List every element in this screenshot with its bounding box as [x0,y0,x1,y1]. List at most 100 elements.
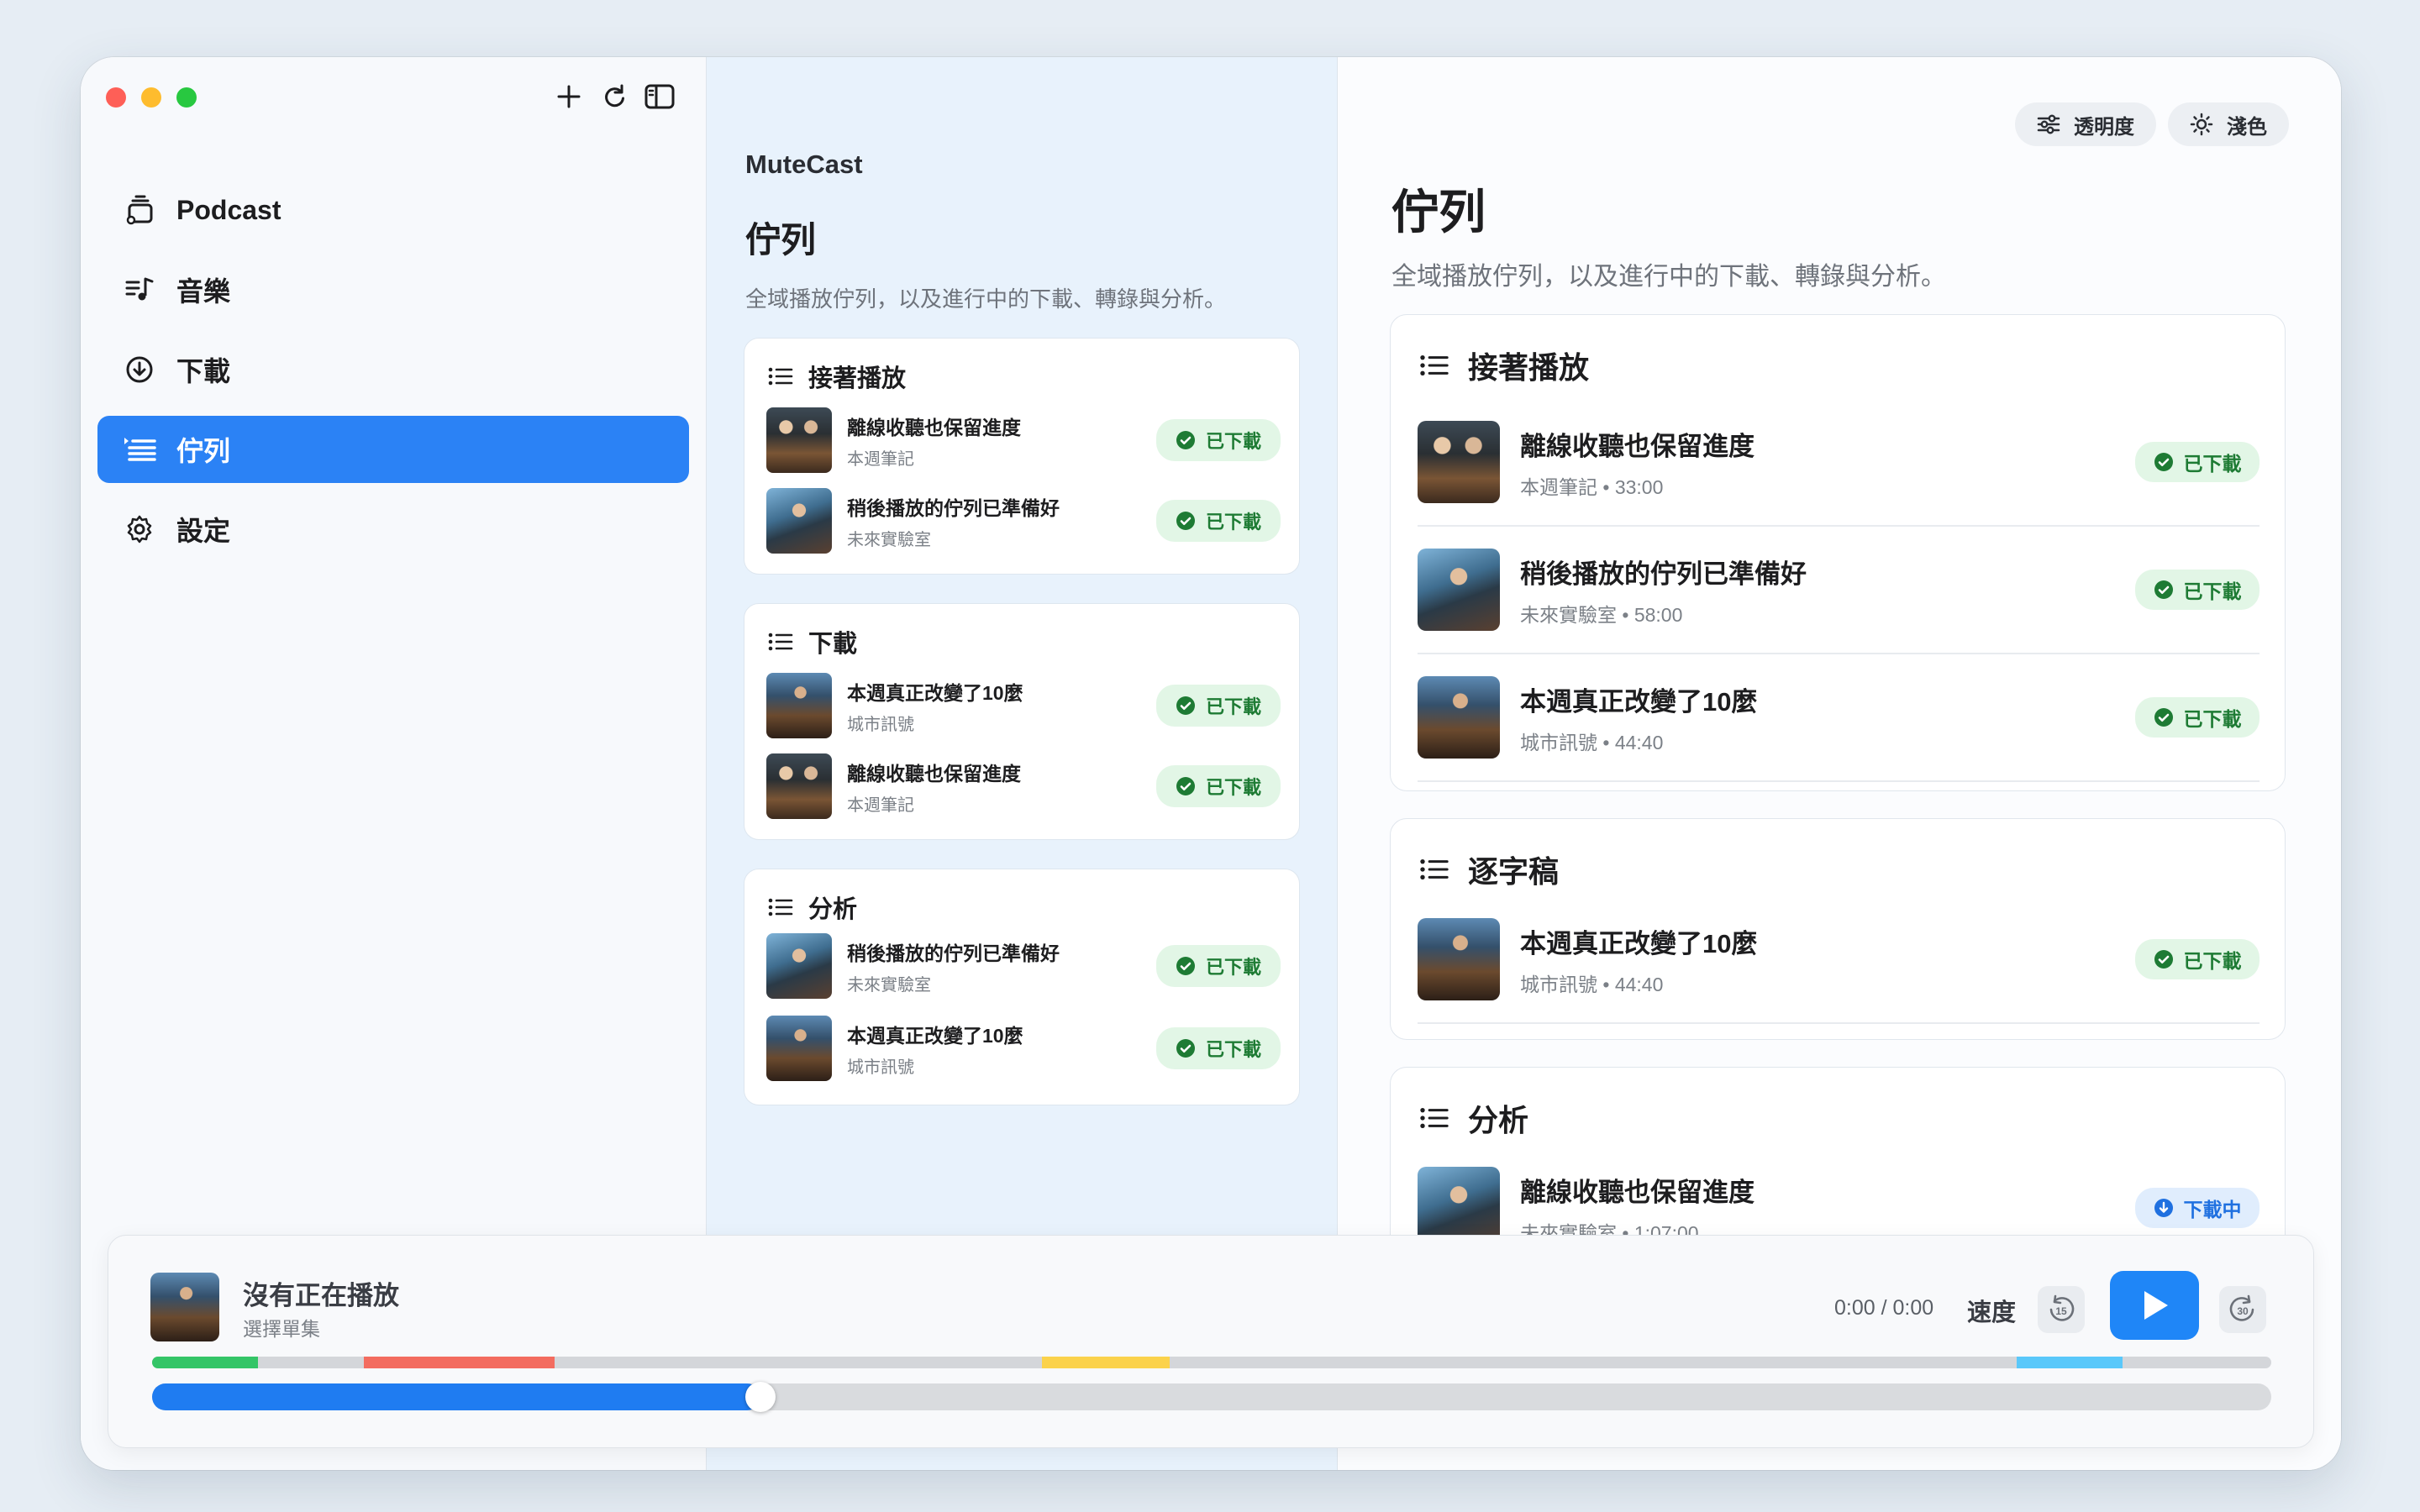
section-header: 接著播放 [768,359,906,394]
episode-title: 本週真正改變了10麼 [847,681,1023,704]
section-title: 接著播放 [808,365,907,392]
check-circle-icon [1176,776,1196,796]
show-name: 本週筆記 [847,795,914,815]
status-label: 已下載 [2183,580,2242,602]
list-item[interactable]: 本週真正改變了10麼 城市訊號 已下載 [766,673,1281,738]
check-circle-icon [1176,1038,1196,1058]
app-window: Podcast 音樂 下載 佇列 設定 MuteCast 佇列 全域播放佇列，以… [81,57,2341,1470]
list-item[interactable]: 稍後播放的佇列已準備好 未來實驗室 已下載 [766,933,1281,999]
status-badge: 已下載 [2135,697,2260,738]
sidebar-nav: Podcast 音樂 下載 佇列 設定 [97,176,689,575]
status-label: 已下載 [1205,696,1261,717]
sidebar-item-label: Podcast [176,194,281,225]
sidebar-item-settings[interactable]: 設定 [97,496,689,563]
status-badge: 已下載 [1156,500,1281,542]
status-label: 下載中 [2183,1199,2242,1221]
sidebar-item-music[interactable]: 音樂 [97,256,689,323]
list-item[interactable]: 本週真正改變了10麼 城市訊號 • 44:40 已下載 [1418,896,2260,1024]
section-header: 接著播放 [1419,344,1589,387]
play-button[interactable] [2110,1271,2199,1340]
episode-meta: 城市訊號 • 44:40 [1520,731,1664,753]
refresh-icon [605,84,624,108]
episode-artwork [766,488,832,554]
sidebar-item-queue[interactable]: 佇列 [97,416,689,483]
status-label: 已下載 [2183,708,2242,730]
list-item[interactable]: 離線收聽也保留進度 本週筆記 已下載 [766,407,1281,473]
list-item[interactable]: 稍後播放的佇列已準備好 未來實驗室 已下載 [766,488,1281,554]
episode-title: 稍後播放的佇列已準備好 [847,496,1060,519]
status-badge: 已下載 [1156,765,1281,807]
plus-icon [557,85,581,108]
section-header: 分析 [768,890,857,925]
check-circle-icon [1176,696,1196,716]
status-label: 已下載 [2183,950,2242,972]
section-header: 分析 [1419,1096,1528,1140]
close-window-button[interactable] [106,87,126,108]
episode-artwork [766,1016,832,1081]
toggle-sidebar-button[interactable] [644,81,676,113]
speed-button[interactable]: 速度 [1967,1293,2016,1328]
show-name: 城市訊號 [847,1058,914,1077]
sidebar-toolbar [553,81,676,113]
check-circle-icon [1176,430,1196,450]
list-item[interactable]: 稍後播放的佇列已準備好 未來實驗室 • 58:00 已下載 [1418,527,2260,654]
skip-forward-button[interactable]: 30 [2219,1286,2266,1333]
section-header: 逐字稿 [1419,848,1559,891]
theme-button[interactable]: 淺色 [2168,102,2289,146]
skip-back-15-icon: 15 [2049,1294,2075,1321]
panel-subtitle: 全域播放佇列，以及進行中的下載、轉錄與分析。 [745,286,1227,312]
check-circle-icon [2154,707,2174,727]
window-controls [106,87,197,108]
status-badge: 已下載 [2135,442,2260,482]
episode-artwork [766,407,832,473]
check-circle-icon [1176,511,1196,531]
status-label: 已下載 [1205,1039,1261,1060]
scrubber-handle[interactable] [745,1382,776,1412]
episode-title: 離線收聽也保留進度 [847,762,1021,785]
episode-meta: 城市訊號 • 44:40 [1520,973,1664,995]
section-card-analysis: 分析 稍後播放的佇列已準備好 未來實驗室 已下載 本週真正改變了10麼 城市訊號… [744,869,1300,1105]
app-name: MuteCast [745,150,863,179]
check-circle-icon [2154,949,2174,969]
status-label: 已下載 [1205,512,1261,533]
list-item[interactable]: 本週真正改變了10麼 城市訊號 • 44:40 已下載 [1418,654,2260,782]
episode-title: 稍後播放的佇列已準備好 [847,942,1060,964]
sidebar-item-podcast[interactable]: Podcast [97,176,689,244]
minimize-window-button[interactable] [141,87,161,108]
list-icon [768,632,793,652]
status-label: 已下載 [1205,777,1261,798]
chapter-segment [152,1357,259,1368]
status-badge: 已下載 [2135,570,2260,610]
episode-meta: 未來實驗室 • 58:00 [1520,603,1683,626]
list-item[interactable]: 離線收聽也保留進度 本週筆記 已下載 [766,753,1281,819]
add-button[interactable] [553,81,585,113]
show-name: 未來實驗室 [847,530,931,549]
svg-text:15: 15 [2055,1305,2067,1317]
music-list-icon [123,273,156,307]
queue-list-icon [123,433,156,466]
chapter-segment [1042,1357,1170,1368]
refresh-button[interactable] [598,81,630,113]
sidebar-item-downloads[interactable]: 下載 [97,336,689,403]
status-badge: 已下載 [2135,939,2260,979]
playback-scrubber[interactable] [152,1382,2271,1412]
list-icon [1419,354,1449,377]
list-item[interactable]: 離線收聽也保留進度 本週筆記 • 33:00 已下載 [1418,399,2260,527]
episode-title: 本週真正改變了10麼 [1520,686,1758,717]
sidebar-item-label: 下載 [176,356,231,386]
list-icon [768,366,793,386]
zoom-window-button[interactable] [176,87,197,108]
section-card-up-next: 接著播放 離線收聽也保留進度 本週筆記 • 33:00 已下載 稍後播放的佇列已… [1390,314,2286,791]
sun-icon [2190,113,2213,136]
skip-back-button[interactable]: 15 [2038,1286,2085,1333]
transparency-button[interactable]: 透明度 [2015,102,2156,146]
show-name: 未來實驗室 [847,975,931,995]
now-playing-bar: 沒有正在播放 選擇單集 0:00 / 0:00 速度 15 30 [108,1235,2314,1448]
play-icon [2144,1291,2168,1320]
list-item[interactable]: 本週真正改變了10麼 城市訊號 已下載 [766,1016,1281,1081]
skip-forward-30-icon: 30 [2229,1294,2254,1321]
gear-icon [123,512,156,546]
section-header: 下載 [768,624,857,659]
episode-title: 離線收聽也保留進度 [1520,1177,1754,1207]
download-circle-icon [2154,1198,2174,1218]
